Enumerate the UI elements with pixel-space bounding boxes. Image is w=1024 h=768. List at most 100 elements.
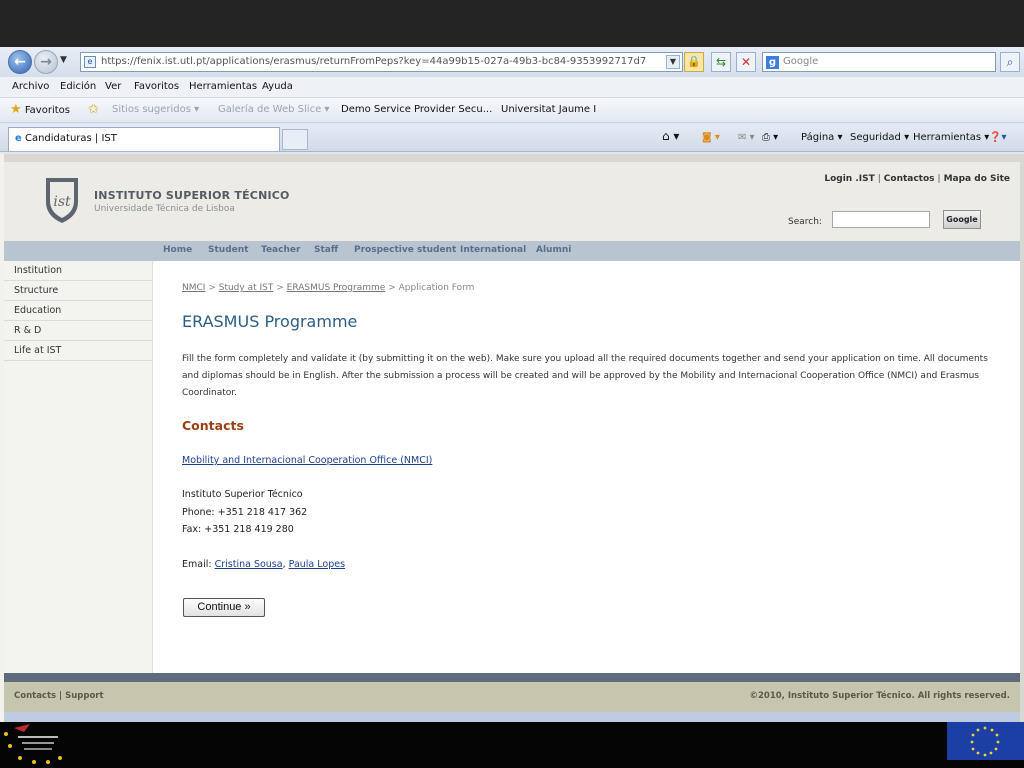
nmci-office-link[interactable]: Mobility and Internacional Cooperation O… — [182, 455, 432, 466]
help-icon[interactable]: ❓▾ — [989, 132, 1006, 143]
arrow-right-icon: → — [40, 54, 52, 70]
refresh-icon: ⇆ — [715, 55, 727, 69]
top-black-band — [0, 0, 1024, 47]
tools-menu[interactable]: Herramientas ▾ — [913, 132, 989, 143]
site-search-input[interactable] — [832, 211, 930, 228]
bottom-black-band — [0, 722, 1024, 768]
search-label: Search: — [788, 217, 822, 227]
continue-button[interactable]: Continue » — [183, 598, 265, 617]
email-paula-lopes[interactable]: Paula Lopes — [289, 559, 345, 570]
left-nav: Institution Structure Education R & D Li… — [4, 261, 153, 673]
breadcrumb-separator: > — [208, 283, 216, 293]
nav-alumni[interactable]: Alumni — [536, 245, 571, 255]
contactos-link[interactable]: Contactos — [884, 174, 935, 184]
email-line: Email: Cristina Sousa, Paula Lopes — [182, 559, 346, 570]
main-content: NMCI > Study at IST > ERASMUS Programme … — [153, 261, 1020, 673]
nav-international[interactable]: International — [460, 245, 526, 255]
ist-site: ist INSTITUTO SUPERIOR TÉCNICO Universid… — [4, 154, 1020, 722]
search-placeholder: Google — [783, 56, 819, 67]
page-menu[interactable]: Página ▾ — [801, 132, 843, 143]
site-footer: Contacts | Support ©2010, Instituto Supe… — [4, 682, 1020, 712]
print-icon[interactable]: ⎙ ▾ — [762, 132, 778, 143]
intro-paragraph: Fill the form completely and validate it… — [182, 354, 988, 398]
scrollbar[interactable] — [1020, 154, 1024, 722]
new-tab-button[interactable] — [282, 129, 308, 150]
breadcrumb-separator: > — [388, 283, 396, 293]
logo-subtitle: Universidade Técnica de Lisboa — [94, 204, 235, 214]
sidebar-item-life-at-ist[interactable]: Life at IST — [4, 341, 152, 361]
security-menu[interactable]: Seguridad ▾ — [850, 132, 909, 143]
forward-button[interactable]: → — [34, 50, 58, 74]
page-title: ERASMUS Programme — [182, 312, 358, 331]
favorite-demo-service-provider[interactable]: Demo Service Provider Secu... — [341, 104, 492, 115]
close-icon: ✕ — [740, 55, 752, 69]
nav-staff[interactable]: Staff — [314, 245, 338, 255]
favorites-label: Favoritos — [24, 105, 70, 116]
menu-favoritos[interactable]: Favoritos — [134, 81, 179, 92]
sidebar-item-structure[interactable]: Structure — [4, 281, 152, 301]
home-icon[interactable]: ⌂ ▾ — [662, 129, 679, 143]
breadcrumb-nmci[interactable]: NMCI — [182, 283, 205, 293]
ie-page-icon: e — [15, 133, 22, 144]
breadcrumb-erasmus[interactable]: ERASMUS Programme — [287, 283, 386, 293]
institution-name: Instituto Superior Técnico — [182, 489, 303, 500]
arrow-left-icon: ← — [14, 54, 26, 70]
email-label: Email: — [182, 559, 212, 570]
menu-herramientas[interactable]: Herramientas — [189, 81, 257, 92]
sidebar-item-institution[interactable]: Institution — [4, 261, 152, 281]
lock-icon[interactable]: 🔒 — [684, 52, 704, 72]
favorites-button[interactable]: ★ Favoritos — [10, 102, 70, 117]
breadcrumb-separator: > — [276, 283, 284, 293]
search-button[interactable]: ⌕ — [1000, 52, 1020, 72]
address-row: ← → ▼ e https://fenix.ist.utl.pt/applica… — [0, 47, 1024, 77]
search-icon: ⌕ — [1006, 55, 1014, 69]
refresh-button[interactable]: ⇆ — [711, 52, 731, 72]
sidebar-item-r-and-d[interactable]: R & D — [4, 321, 152, 341]
chevron-down-icon[interactable]: ▼ — [666, 55, 680, 69]
back-button[interactable]: ← — [8, 50, 32, 74]
breadcrumb-study-at-ist[interactable]: Study at IST — [219, 283, 274, 293]
nav-prospective-student[interactable]: Prospective student — [354, 245, 456, 255]
nav-home[interactable]: Home — [163, 245, 192, 255]
nav-teacher[interactable]: Teacher — [261, 245, 300, 255]
breadcrumb-current: Application Form — [398, 283, 475, 293]
address-bar[interactable]: e https://fenix.ist.utl.pt/applications/… — [80, 52, 683, 72]
add-favorite-icon[interactable]: ✩ — [88, 102, 99, 117]
fax-number: Fax: +351 218 419 280 — [182, 524, 294, 535]
favorite-universitat-jaume[interactable]: Universitat Jaume I — [501, 104, 596, 115]
mail-icon[interactable]: ✉ ▾ — [738, 132, 755, 143]
browser-window: ← → ▼ e https://fenix.ist.utl.pt/applica… — [0, 47, 1024, 722]
footer-divider — [4, 673, 1020, 682]
tab-candidaturas[interactable]: e Candidaturas | IST — [8, 127, 280, 151]
site-map-link[interactable]: Mapa do Site — [944, 174, 1010, 184]
favorite-suggested-sites[interactable]: Sitios sugeridos ▾ — [112, 104, 199, 115]
menu-archivo[interactable]: Archivo — [12, 81, 49, 92]
ist-shield-logo: ist — [46, 178, 78, 223]
browser-search-input[interactable]: g Google — [762, 52, 996, 72]
menu-edicion[interactable]: Edición — [60, 81, 96, 92]
site-bottom-strip — [4, 712, 1020, 722]
nav-student[interactable]: Student — [208, 245, 248, 255]
footer-links[interactable]: Contacts | Support — [14, 691, 104, 701]
history-dropdown-icon[interactable]: ▼ — [60, 55, 67, 65]
favorite-web-slice-gallery[interactable]: Galería de Web Slice ▾ — [218, 104, 329, 115]
sidebar-item-education[interactable]: Education — [4, 301, 152, 321]
login-link[interactable]: Login .IST — [824, 174, 874, 184]
site-search-button[interactable]: Google — [943, 210, 981, 229]
menu-ver[interactable]: Ver — [105, 81, 121, 92]
favorites-bar: ★ Favoritos ✩ Sitios sugeridos ▾ Galería… — [0, 98, 1024, 123]
tab-title: Candidaturas | IST — [24, 133, 117, 144]
menu-ayuda[interactable]: Ayuda — [262, 81, 293, 92]
logo-title: INSTITUTO SUPERIOR TÉCNICO — [94, 189, 290, 202]
stop-button[interactable]: ✕ — [736, 52, 756, 72]
eu-flag-icon — [947, 722, 1024, 760]
feeds-icon[interactable]: ◙ ▾ — [702, 132, 720, 143]
main-nav: Home Student Teacher Staff Prospective s… — [4, 241, 1020, 261]
breadcrumb: NMCI > Study at IST > ERASMUS Programme … — [182, 283, 474, 293]
page-icon: e — [84, 56, 96, 68]
contacts-heading: Contacts — [182, 418, 244, 433]
email-cristina-sousa[interactable]: Cristina Sousa — [215, 559, 283, 570]
page-viewport: ist INSTITUTO SUPERIOR TÉCNICO Universid… — [0, 154, 1024, 722]
copyright: ©2010, Instituto Superior Técnico. All r… — [749, 691, 1010, 701]
phone-number: Phone: +351 218 417 362 — [182, 507, 308, 518]
